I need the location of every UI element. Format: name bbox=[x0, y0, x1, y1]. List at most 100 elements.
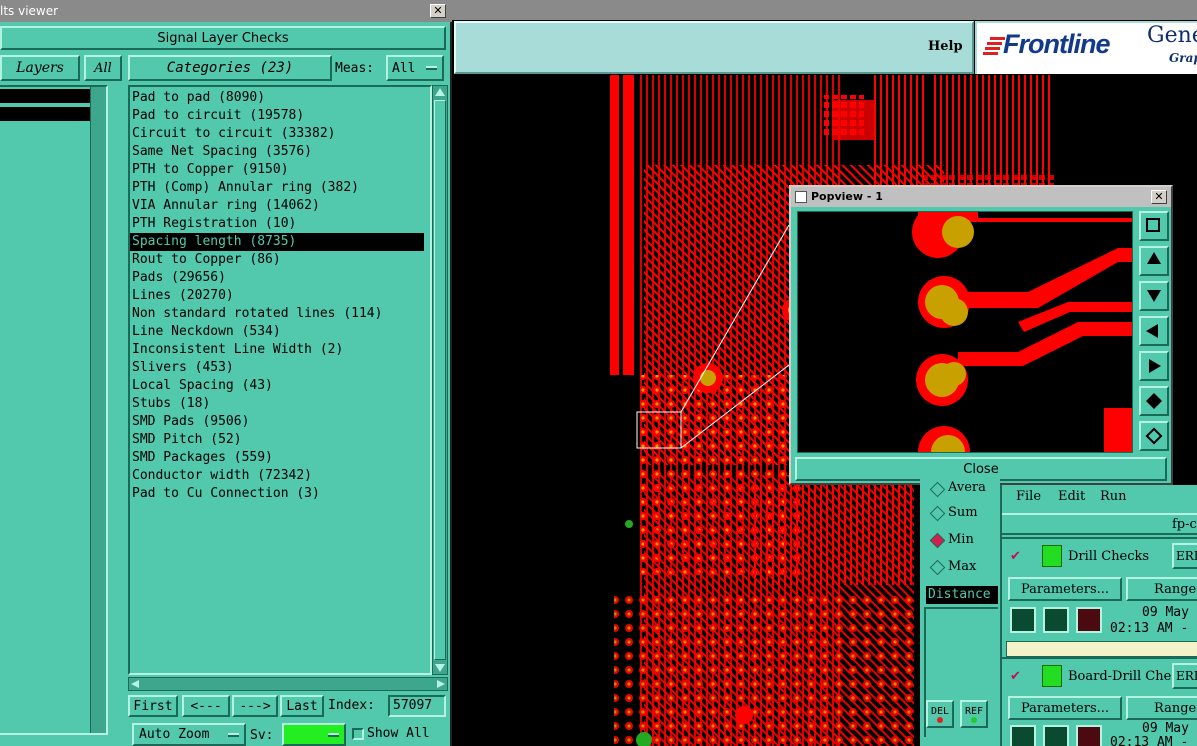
category-item[interactable]: SMD Pitch (52) bbox=[130, 431, 430, 449]
category-item[interactable]: PTH Registration (10) bbox=[130, 215, 430, 233]
category-item[interactable]: Pad to circuit (19578) bbox=[130, 107, 430, 125]
first-button[interactable]: First bbox=[128, 695, 178, 717]
help-menu[interactable]: Help bbox=[928, 39, 963, 54]
index-input[interactable]: 57097 bbox=[388, 695, 446, 717]
scroll-thumb[interactable] bbox=[434, 100, 446, 660]
category-list-horizontal-scrollbar[interactable] bbox=[128, 677, 448, 691]
auto-zoom-dropdown[interactable]: Auto Zoom bbox=[132, 723, 246, 746]
layer-list-row[interactable] bbox=[0, 107, 100, 121]
category-item[interactable]: Local Spacing (43) bbox=[130, 377, 430, 395]
scroll-left-arrow-icon[interactable] bbox=[131, 680, 139, 688]
stat-radio-sum[interactable] bbox=[929, 505, 946, 522]
popview-app-icon bbox=[795, 191, 807, 203]
category-item[interactable]: Circuit to circuit (33382) bbox=[130, 125, 430, 143]
stat-label-max: Max bbox=[948, 559, 977, 574]
scroll-up-arrow-icon[interactable] bbox=[435, 88, 445, 96]
ref-button[interactable]: REF bbox=[960, 700, 988, 728]
category-item[interactable]: Inconsistent Line Width (2) bbox=[130, 341, 430, 359]
erf-button[interactable]: ERF bbox=[1172, 663, 1197, 689]
popview-zoom-fit-button[interactable] bbox=[1139, 211, 1169, 241]
categories-button[interactable]: Categories (23) bbox=[128, 55, 332, 81]
category-item[interactable]: Same Net Spacing (3576) bbox=[130, 143, 430, 161]
show-all-checkbox[interactable] bbox=[352, 728, 364, 740]
pan-right-icon bbox=[1149, 359, 1161, 373]
erf-header: fp-c bbox=[1002, 513, 1197, 535]
category-item[interactable]: SMD Packages (559) bbox=[130, 449, 430, 467]
layer-list-scrollbar[interactable] bbox=[90, 87, 106, 733]
run-status-icon[interactable] bbox=[1076, 607, 1102, 633]
erf-button[interactable]: ERF bbox=[1172, 543, 1197, 569]
category-item[interactable]: Conductor width (72342) bbox=[130, 467, 430, 485]
layer-list[interactable] bbox=[0, 85, 108, 735]
category-item[interactable]: Lines (20270) bbox=[130, 287, 430, 305]
category-item[interactable]: Rout to Copper (86) bbox=[130, 251, 430, 269]
del-button[interactable]: DEL bbox=[926, 700, 954, 728]
parameters-button[interactable]: Parameters... bbox=[1008, 577, 1122, 601]
sv-color-dropdown[interactable] bbox=[282, 723, 346, 746]
popview-pan-right-button[interactable] bbox=[1139, 351, 1169, 381]
category-item[interactable]: VIA Annular ring (14062) bbox=[130, 197, 430, 215]
scroll-down-arrow-icon[interactable] bbox=[435, 664, 445, 672]
stat-label-average: Avera bbox=[948, 480, 986, 495]
previous-button[interactable]: <--- bbox=[182, 695, 230, 717]
parameters-button[interactable]: Parameters... bbox=[1008, 696, 1122, 720]
scroll-right-arrow-icon[interactable] bbox=[437, 680, 445, 688]
popview-pan-left-button[interactable] bbox=[1139, 316, 1169, 346]
results-viewer-titlebar[interactable]: lts viewer ✕ bbox=[0, 0, 452, 22]
results-viewer-close-button[interactable]: ✕ bbox=[430, 4, 446, 18]
popview-zoom-view[interactable] bbox=[797, 211, 1133, 453]
meas-dropdown[interactable]: All bbox=[386, 55, 444, 81]
run-status-icon[interactable] bbox=[1076, 725, 1102, 746]
popview-close-icon[interactable]: ✕ bbox=[1151, 190, 1167, 204]
popview-zoom-in-button[interactable] bbox=[1139, 386, 1169, 416]
distance-field[interactable]: Distance bbox=[926, 586, 998, 604]
erf-row-date: 09 May bbox=[1142, 721, 1189, 736]
last-button[interactable]: Last bbox=[280, 695, 324, 717]
signal-layer-checks-title[interactable]: Signal Layer Checks bbox=[0, 26, 446, 50]
popview-titlebar[interactable]: Popview - 1 ✕ bbox=[791, 187, 1171, 207]
ranges-button[interactable]: Ranges bbox=[1126, 696, 1197, 720]
stat-radio-min[interactable] bbox=[929, 532, 946, 549]
erf-menu-edit[interactable]: Edit bbox=[1058, 489, 1085, 504]
popview-zoom-out-button[interactable] bbox=[1139, 421, 1169, 451]
category-item[interactable]: Pads (29656) bbox=[130, 269, 430, 287]
layer-list-selected-row[interactable] bbox=[0, 89, 100, 103]
enabled-check-icon[interactable]: ✔ bbox=[1010, 549, 1021, 564]
category-item[interactable]: Stubs (18) bbox=[130, 395, 430, 413]
zoom-fit-icon bbox=[1146, 218, 1160, 232]
enabled-check-icon[interactable]: ✔ bbox=[1010, 669, 1021, 684]
category-item[interactable]: Non standard rotated lines (114) bbox=[130, 305, 430, 323]
category-item[interactable]: Line Neckdown (534) bbox=[130, 323, 430, 341]
del-indicator-icon bbox=[937, 716, 943, 723]
category-item[interactable]: PTH (Comp) Annular ring (382) bbox=[130, 179, 430, 197]
popview-pan-down-button[interactable] bbox=[1139, 281, 1169, 311]
category-list[interactable]: Pad to pad (8090) Pad to circuit (19578) C… bbox=[128, 85, 432, 675]
layers-button[interactable]: Layers bbox=[0, 55, 80, 81]
layers-all-button[interactable]: All bbox=[84, 55, 122, 81]
del-label: DEL bbox=[930, 705, 950, 717]
category-item[interactable]: Spacing length (8735) bbox=[130, 233, 424, 251]
ranges-button[interactable]: Ranges bbox=[1126, 577, 1197, 601]
category-item[interactable]: PTH to Copper (9150) bbox=[130, 161, 430, 179]
erf-row-time: 02:13 AM - bbox=[1110, 621, 1189, 636]
erf-row-status-bar bbox=[1006, 641, 1197, 657]
stat-radio-max[interactable] bbox=[929, 559, 946, 576]
stat-radio-average[interactable] bbox=[929, 481, 946, 498]
category-item[interactable]: Pad to Cu Connection (3) bbox=[130, 485, 430, 503]
run-status-icon[interactable] bbox=[1010, 725, 1036, 746]
category-item[interactable]: SMD Pads (9506) bbox=[130, 413, 430, 431]
popview-pan-up-button[interactable] bbox=[1139, 246, 1169, 276]
category-list-vertical-scrollbar[interactable] bbox=[432, 85, 448, 675]
run-status-icon[interactable] bbox=[1043, 725, 1069, 746]
erf-menu-run[interactable]: Run bbox=[1100, 489, 1127, 504]
brand-name: Frontline bbox=[1003, 29, 1110, 59]
drill-action-icon bbox=[1042, 545, 1062, 567]
erf-menu-file[interactable]: File bbox=[1016, 489, 1041, 504]
erf-row-name: Drill Checks bbox=[1068, 549, 1150, 564]
run-status-icon[interactable] bbox=[1010, 607, 1036, 633]
category-item[interactable]: Pad to pad (8090) bbox=[130, 89, 430, 107]
category-item[interactable]: Slivers (453) bbox=[130, 359, 430, 377]
meas-dropdown-value: All bbox=[392, 60, 416, 76]
run-status-icon[interactable] bbox=[1043, 607, 1069, 633]
next-button[interactable]: ---> bbox=[232, 695, 278, 717]
